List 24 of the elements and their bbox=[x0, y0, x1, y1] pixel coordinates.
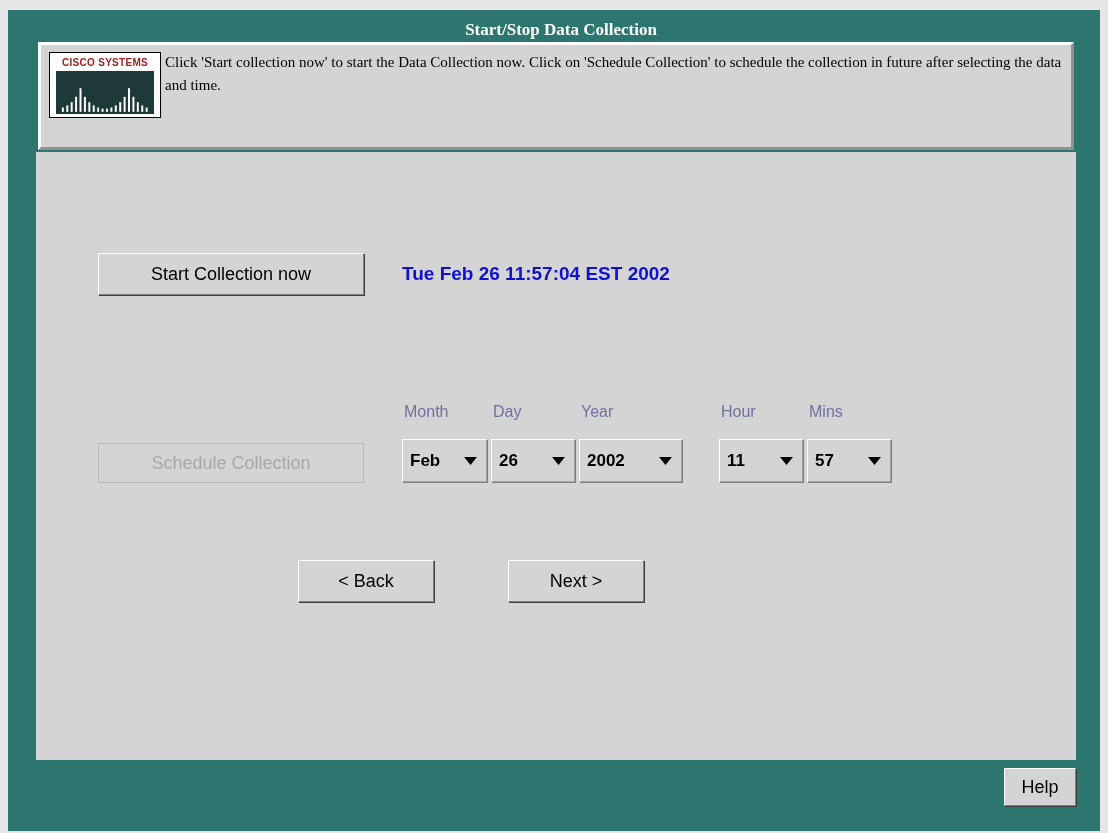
instruction-text: Click 'Start collection now' to start the Data Collection now. Click on 'Schedule Collection' to schedule the collection in future after selecting the data and time. bbox=[165, 53, 1063, 95]
field-label: Month bbox=[403, 403, 450, 421]
dropdown[interactable]: Feb bbox=[402, 439, 488, 483]
caret-icon bbox=[780, 457, 793, 465]
field-label: Mins bbox=[808, 403, 844, 421]
current-time: Tue Feb 26 11:57:04 EST 2002 bbox=[402, 263, 670, 285]
dropdown[interactable]: 57 bbox=[807, 439, 892, 483]
field-label: Year bbox=[580, 403, 615, 421]
start-collection-button[interactable]: Start Collection now bbox=[98, 253, 364, 295]
caret-icon bbox=[868, 457, 881, 465]
field-label: Hour bbox=[720, 403, 757, 421]
help-button[interactable]: Help bbox=[1004, 768, 1076, 806]
caret-icon bbox=[552, 457, 565, 465]
bars-icon bbox=[56, 71, 154, 114]
caret-icon bbox=[464, 457, 477, 465]
field-label: Day bbox=[492, 403, 523, 421]
logo-text: CISCO SYSTEMS bbox=[61, 57, 149, 68]
dropdown[interactable]: 26 bbox=[491, 439, 576, 483]
nav-button[interactable]: < Back bbox=[298, 560, 434, 602]
window-title: Start/Stop Data Collection bbox=[464, 19, 658, 41]
nav-button[interactable]: Next > bbox=[508, 560, 644, 602]
caret-icon bbox=[659, 457, 672, 465]
dropdown[interactable]: 2002 bbox=[579, 439, 683, 483]
dropdown[interactable]: 11 bbox=[719, 439, 804, 483]
